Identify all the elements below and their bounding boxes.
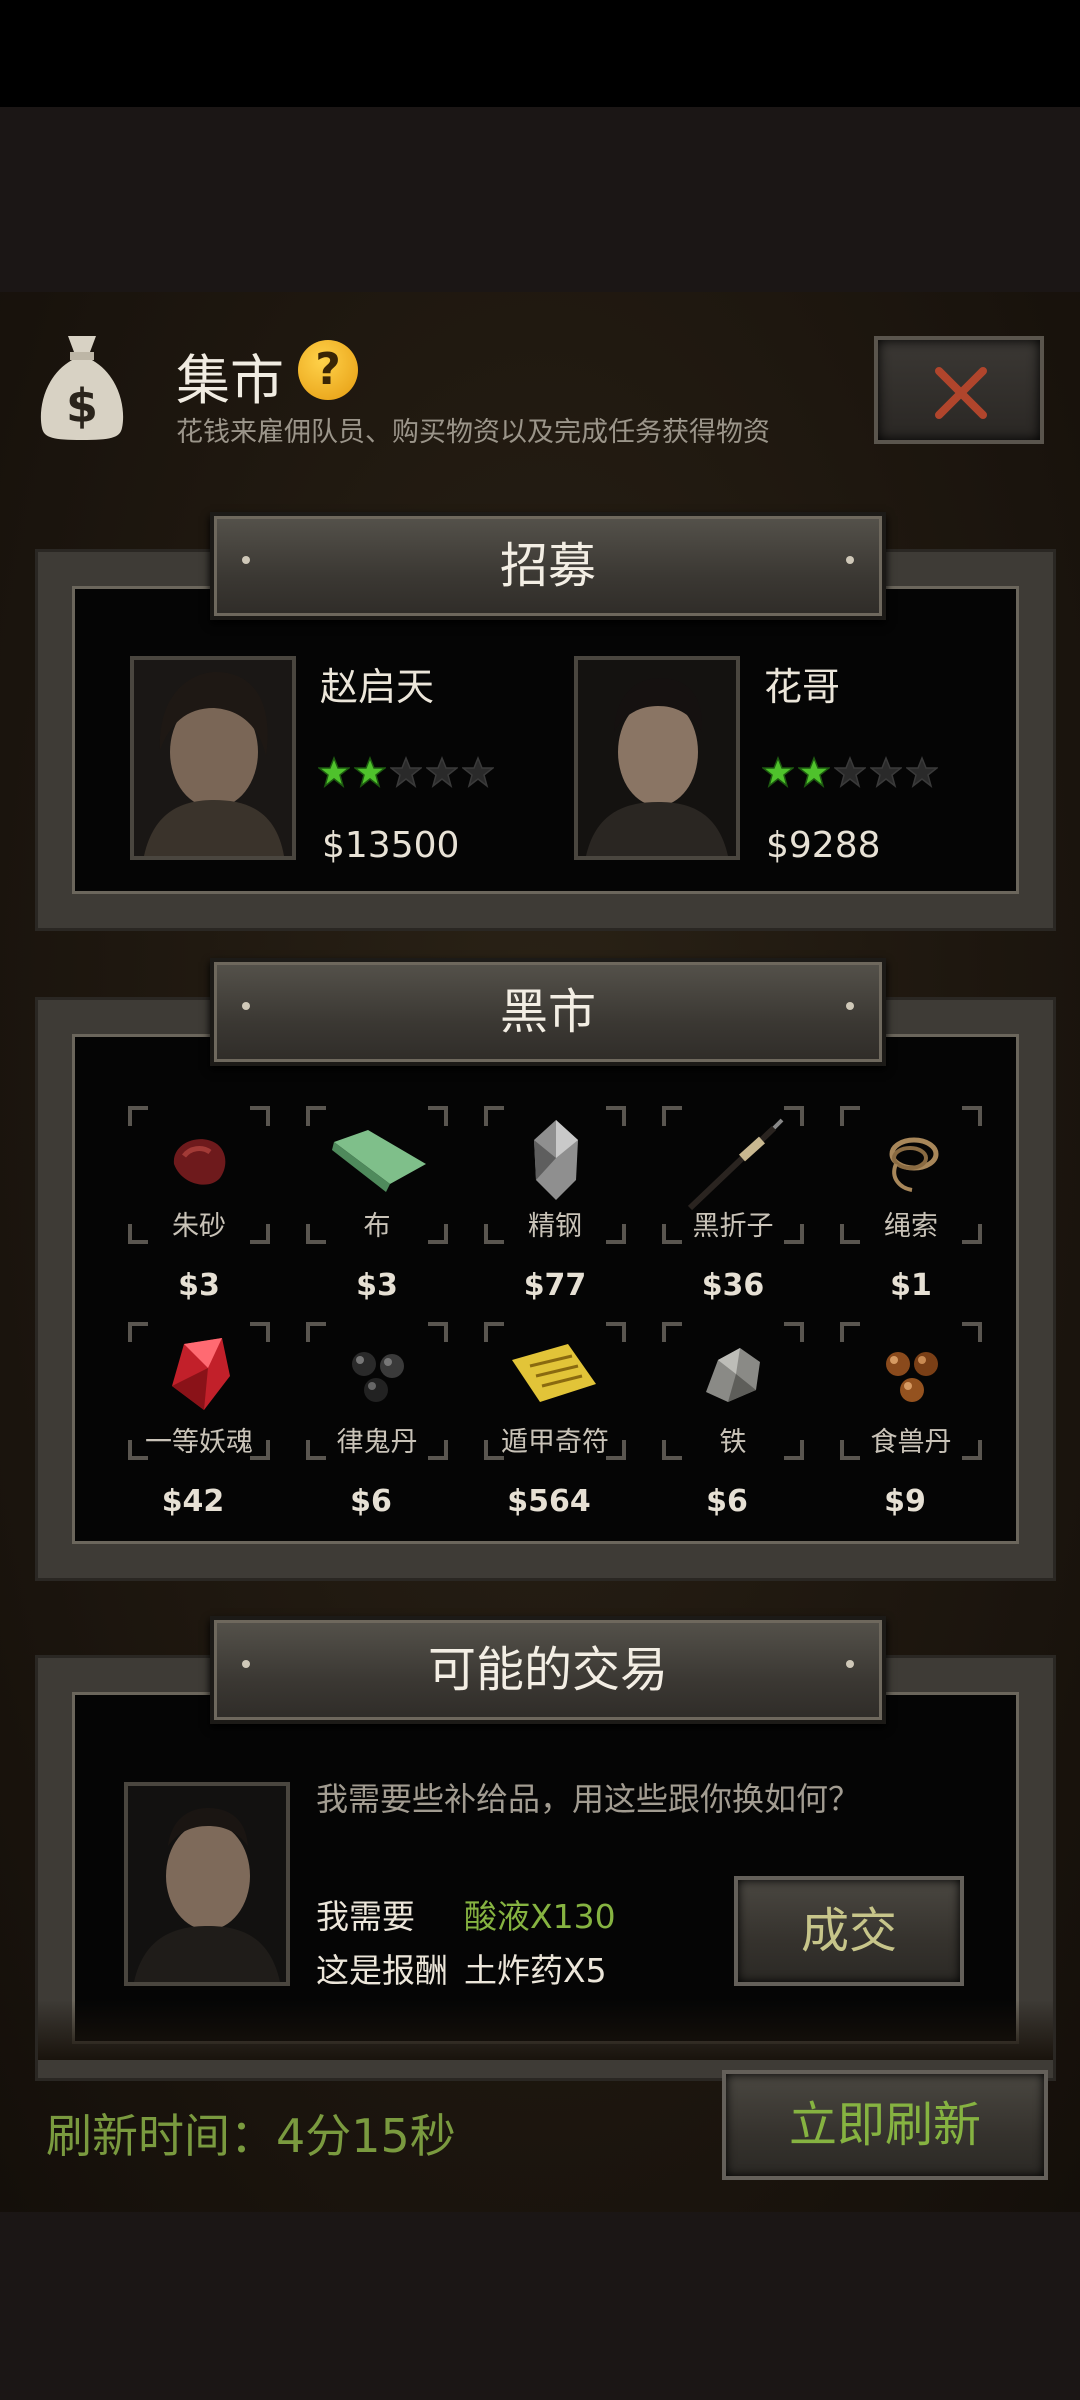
star-filled-icon: [354, 756, 386, 788]
status-bar: [0, 0, 1080, 107]
cinnabar-icon: [173, 1139, 226, 1185]
star-empty-icon: [834, 756, 866, 788]
brown-pills-icon: [886, 1352, 938, 1402]
trade-reward-value: 土炸药X5: [464, 1951, 607, 1990]
market-item-rope[interactable]: 绳索: [840, 1106, 982, 1244]
svg-text:$: $: [66, 379, 98, 433]
star-empty-icon: [870, 756, 902, 788]
money-bag-icon: $: [40, 336, 124, 440]
candidate-price-1: $13500: [322, 825, 460, 866]
trade-banner: 可能的交易: [210, 1616, 886, 1724]
trader-portrait: [124, 1782, 290, 1986]
steel-icon: [534, 1120, 578, 1200]
item-price: $6: [706, 1484, 748, 1519]
star-empty-icon: [390, 756, 422, 788]
item-price: $3: [356, 1268, 398, 1303]
market-item-steel[interactable]: 精钢: [484, 1106, 626, 1244]
item-name: 布: [363, 1211, 391, 1242]
item-price: $36: [701, 1268, 765, 1303]
black-pole-icon: [687, 1118, 784, 1211]
trade-need-label: 我需要: [316, 1897, 415, 1936]
market-item-talisman[interactable]: 遁甲奇符: [484, 1322, 626, 1460]
item-price: $42: [161, 1484, 225, 1519]
item-name: 精钢: [528, 1211, 582, 1242]
item-name: 朱砂: [172, 1211, 226, 1242]
item-name: 一等妖魂: [145, 1427, 253, 1458]
item-price: $3: [178, 1268, 220, 1303]
item-price: $9: [884, 1484, 926, 1519]
trade-need-value: 酸液X130: [464, 1897, 616, 1936]
trade-reward-label: 这是报酬: [316, 1951, 448, 1990]
star-filled-icon: [798, 756, 830, 788]
trade-message: 我需要些补给品，用这些跟你换如何？: [316, 1780, 861, 1818]
candidate-portrait-2[interactable]: [574, 656, 740, 860]
market-banner: 黑市: [210, 958, 886, 1066]
candidate-portrait-1[interactable]: [130, 656, 296, 860]
iron-ore-icon: [706, 1348, 760, 1402]
list-fade: [38, 2000, 1053, 2060]
item-name: 律鬼丹: [336, 1427, 418, 1458]
talisman-icon: [512, 1344, 596, 1402]
candidate-name-2: 花哥: [764, 665, 841, 709]
item-name: 绳索: [884, 1211, 938, 1242]
market-item-ghost-pill[interactable]: 律鬼丹: [306, 1322, 448, 1460]
page-subtitle: 花钱来雇佣队员、购买物资以及完成任务获得物资: [176, 417, 770, 448]
market-item-beast-pill[interactable]: 食兽丹: [840, 1322, 982, 1460]
red-crystal-icon: [172, 1338, 230, 1410]
candidate-name-1: 赵启天: [320, 665, 435, 709]
market-item-iron[interactable]: 铁: [662, 1322, 804, 1460]
trade-title: 可能的交易: [427, 1642, 668, 1698]
item-price: $77: [523, 1268, 587, 1303]
item-name: 遁甲奇符: [501, 1427, 609, 1458]
item-price: $1: [890, 1268, 932, 1303]
candidate-price-2: $9288: [766, 825, 881, 866]
market-title: 黑市: [499, 984, 596, 1040]
star-empty-icon: [426, 756, 458, 788]
star-filled-icon: [762, 756, 794, 788]
market-item-black-pole[interactable]: 黑折子: [662, 1106, 804, 1244]
item-name: 食兽丹: [870, 1427, 952, 1458]
cloth-icon: [332, 1130, 426, 1192]
refresh-timer: 刷新时间：4分15秒: [46, 2109, 456, 2163]
refresh-now-button[interactable]: 立即刷新: [722, 2070, 1048, 2180]
close-icon: [935, 367, 987, 419]
item-name: 黑折子: [692, 1211, 774, 1242]
item-name: 铁: [719, 1427, 747, 1458]
candidate-stars-1: [318, 756, 494, 792]
help-icon[interactable]: ?: [298, 340, 358, 400]
recruit-banner: 招募: [210, 512, 886, 620]
market-item-demon-soul[interactable]: 一等妖魂: [128, 1322, 270, 1460]
star-empty-icon: [906, 756, 938, 788]
bottom-area: [0, 2212, 1080, 2400]
close-button[interactable]: [874, 336, 1044, 444]
market-item-cloth[interactable]: 布: [306, 1106, 448, 1244]
market-item-cinnabar[interactable]: 朱砂: [128, 1106, 270, 1244]
recruit-title: 招募: [499, 538, 596, 594]
star-empty-icon: [462, 756, 494, 788]
rope-icon: [889, 1137, 939, 1192]
item-price: $6: [350, 1484, 392, 1519]
item-price: $564: [507, 1484, 591, 1519]
page-title: 集市: [176, 349, 284, 412]
black-pills-icon: [352, 1352, 404, 1402]
candidate-stars-2: [762, 756, 938, 792]
deal-button[interactable]: 成交: [734, 1876, 964, 1986]
star-filled-icon: [318, 756, 350, 788]
